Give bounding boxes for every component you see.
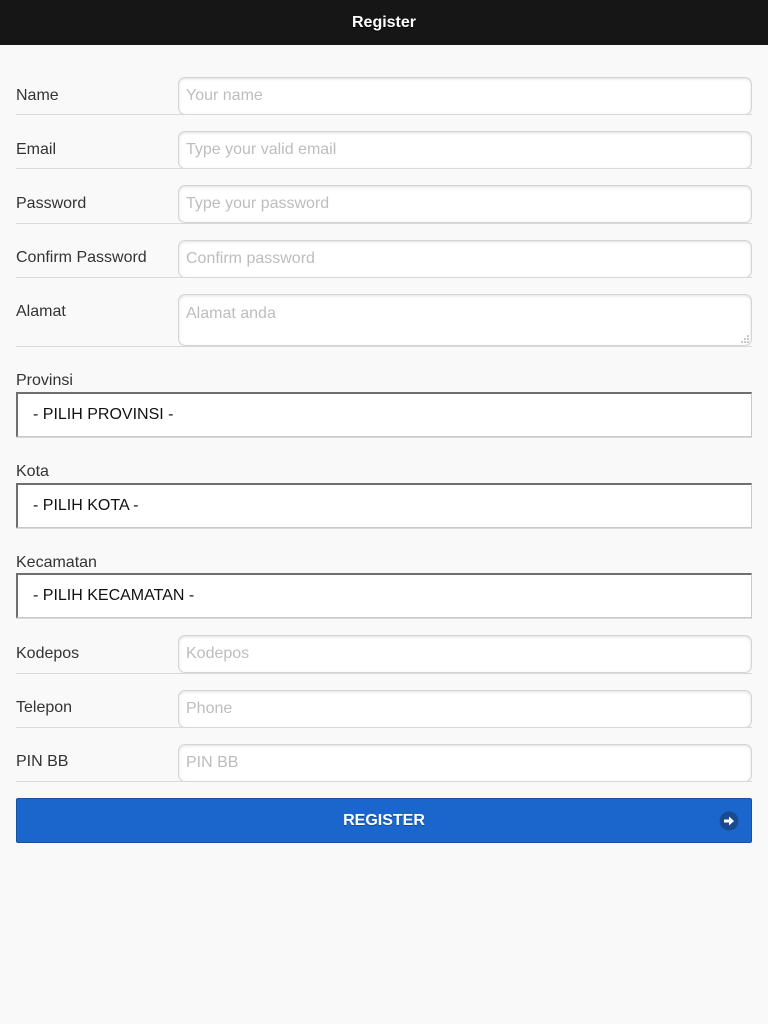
divider [16,673,752,674]
provinsi-select-value: - PILIH PROVINSI - [33,406,174,423]
kecamatan-label: Kecamatan [16,554,97,571]
app-header: Register [0,0,768,45]
kecamatan-select-value: - PILIH KECAMATAN - [33,587,195,604]
email-label: Email [16,141,57,158]
pinbb-label: PIN BB [16,753,69,770]
kodepos-input[interactable] [178,635,752,673]
provinsi-select[interactable]: - PILIH PROVINSI - [16,392,752,437]
name-label: Name [16,87,59,104]
provinsi-label: Provinsi [16,372,73,389]
alamat-label: Alamat [16,303,66,320]
divider [16,727,752,728]
password-label: Password [16,195,87,212]
register-button[interactable]: REGISTER [16,798,752,843]
name-input[interactable] [178,77,752,115]
divider [16,781,752,782]
password-input[interactable] [178,185,752,223]
resize-grip-icon[interactable] [741,335,749,343]
email-input[interactable] [178,131,752,169]
kecamatan-select[interactable]: - PILIH KECAMATAN - [16,573,752,618]
divider [16,114,752,115]
divider [16,437,752,438]
confirm-password-label: Confirm Password [16,249,147,266]
divider [16,618,752,619]
pinbb-input[interactable] [178,744,752,782]
divider [16,528,752,529]
kota-label: Kota [16,463,49,480]
kota-select[interactable]: - PILIH KOTA - [16,483,752,528]
telepon-label: Telepon [16,699,73,716]
page-title: Register [351,13,417,31]
divider [16,277,752,278]
divider [16,223,752,224]
divider [16,346,752,347]
kodepos-label: Kodepos [16,645,80,662]
kota-select-value: - PILIH KOTA - [33,497,139,514]
register-button-label: REGISTER [343,811,425,829]
divider [16,168,752,169]
confirm-password-input[interactable] [178,240,752,278]
telepon-input[interactable] [178,690,752,728]
alamat-textarea[interactable] [178,294,752,346]
arrow-right-icon [719,811,739,831]
alamat-textarea-wrapper [178,294,752,346]
